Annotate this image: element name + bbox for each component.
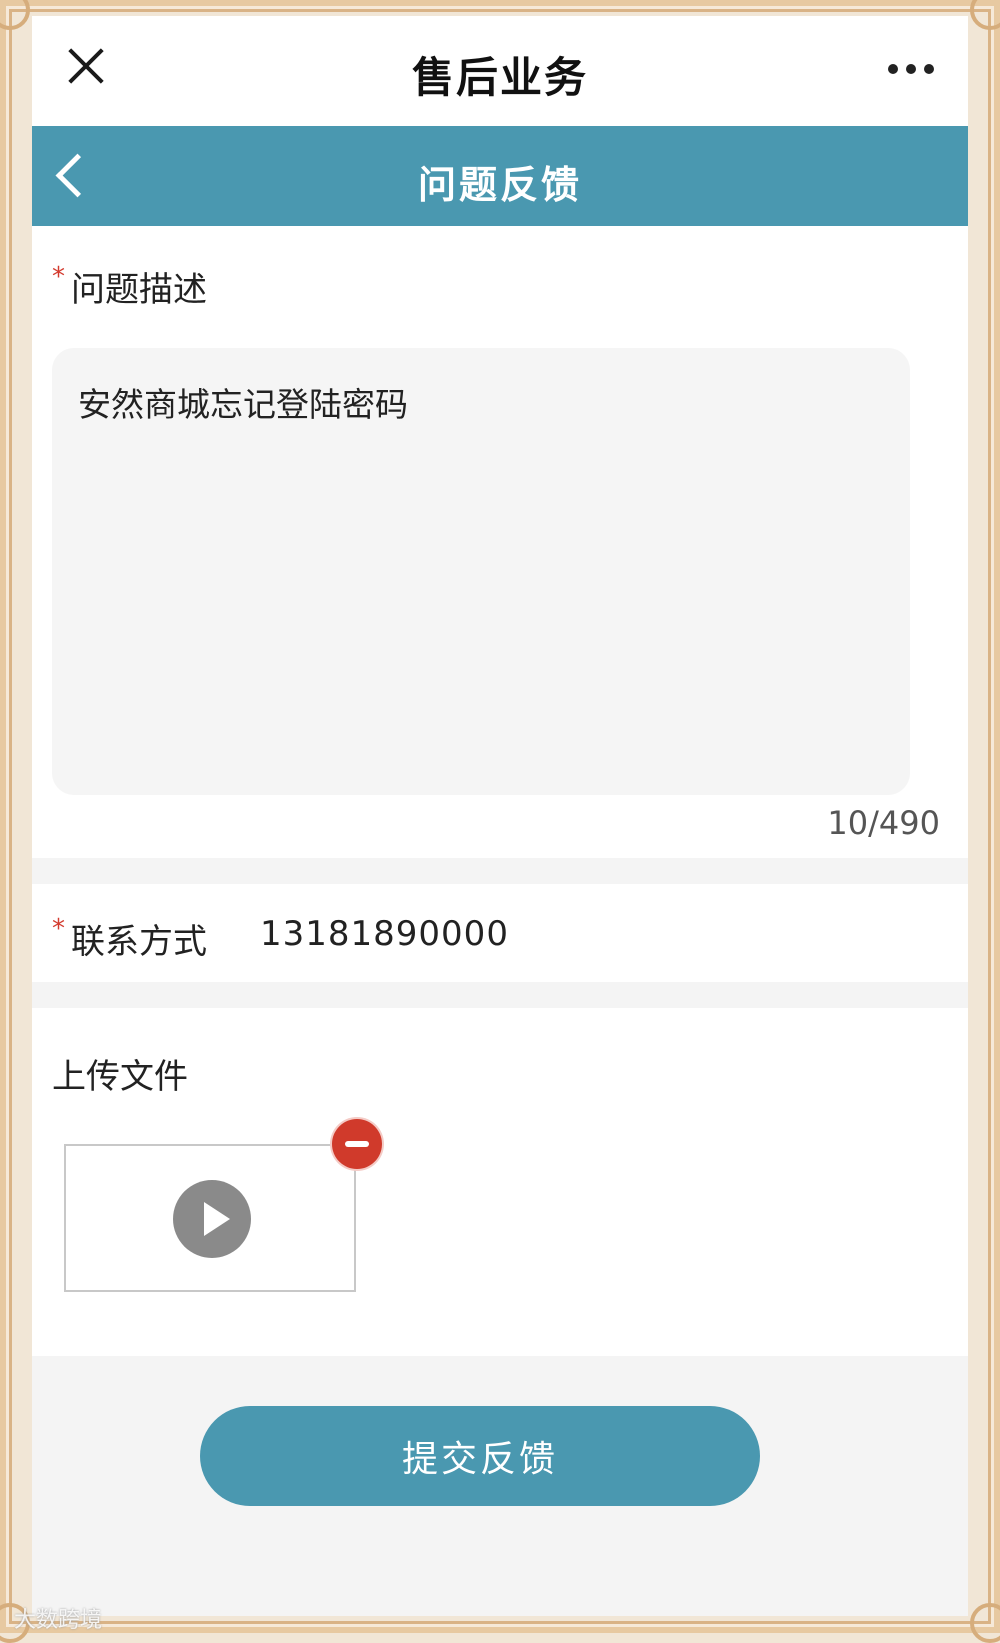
contact-label: 联系方式 bbox=[71, 922, 207, 962]
required-mark: * bbox=[52, 914, 65, 944]
more-dots-icon[interactable] bbox=[888, 64, 934, 76]
contact-label-row: * 联系方式 bbox=[52, 914, 207, 963]
video-thumbnail[interactable] bbox=[64, 1144, 356, 1292]
frame-corner bbox=[0, 0, 30, 30]
section-divider bbox=[32, 858, 968, 884]
description-text: 安然商城忘记登陆密码 bbox=[78, 385, 408, 424]
page-header: 问题反馈 bbox=[32, 126, 968, 226]
app-title: 售后业务 bbox=[411, 53, 588, 102]
frame-corner bbox=[970, 0, 1000, 30]
required-mark: * bbox=[52, 262, 65, 292]
section-divider bbox=[32, 982, 968, 1008]
frame-corner bbox=[970, 1603, 1000, 1643]
upload-label: 上传文件 bbox=[52, 1057, 188, 1097]
char-counter: 10/490 bbox=[827, 804, 940, 842]
remove-file-icon[interactable] bbox=[332, 1119, 382, 1169]
page-title: 问题反馈 bbox=[417, 163, 582, 207]
description-textarea[interactable]: 安然商城忘记登陆密码 bbox=[52, 348, 910, 795]
play-icon[interactable] bbox=[173, 1180, 251, 1258]
watermark: 大数跨境 bbox=[14, 1608, 103, 1633]
description-label: 问题描述 bbox=[71, 270, 207, 310]
contact-field[interactable]: 13181890000 bbox=[260, 914, 509, 954]
description-label-row: * 问题描述 bbox=[52, 262, 207, 311]
phone-screen: 售后业务 问题反馈 * 问题描述 安然商城忘记登陆密码 10/490 * 联系方式 … bbox=[32, 16, 968, 1616]
submit-button[interactable]: 提交反馈 bbox=[200, 1406, 760, 1506]
mini-program-topbar: 售后业务 bbox=[32, 16, 968, 126]
